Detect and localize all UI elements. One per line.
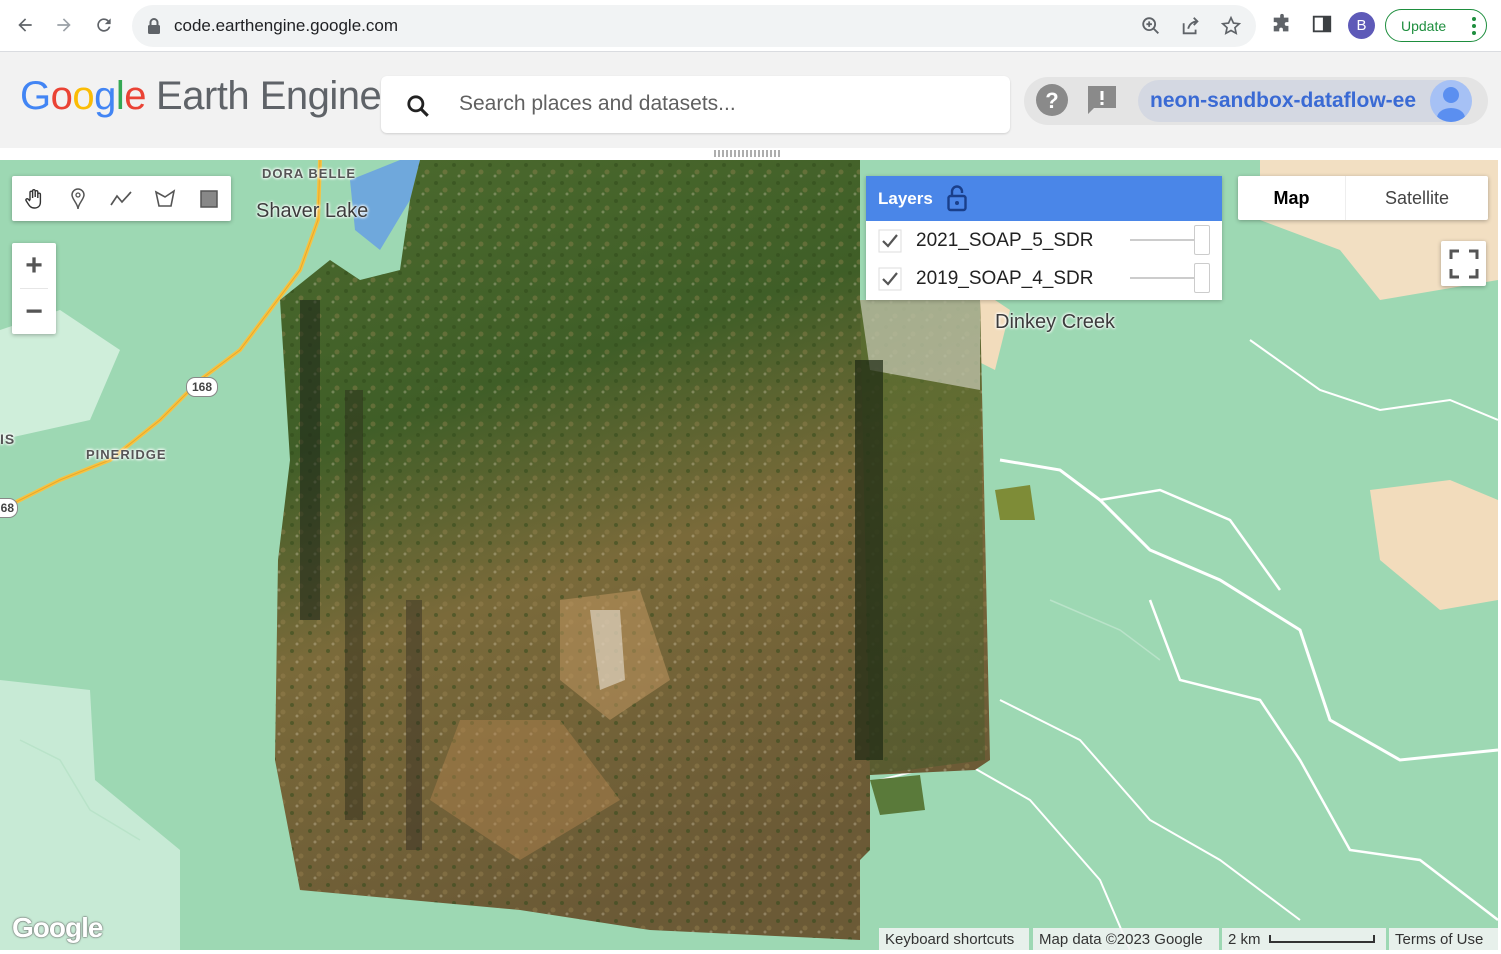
zoom-out-button[interactable]: − bbox=[12, 289, 56, 334]
address-bar[interactable]: code.earthengine.google.com bbox=[132, 5, 1256, 47]
back-icon[interactable] bbox=[10, 10, 40, 40]
polygon-icon[interactable] bbox=[143, 176, 187, 221]
scale-label: 2 km bbox=[1228, 930, 1261, 948]
terms-link[interactable]: Terms of Use bbox=[1389, 928, 1498, 950]
zoom-in-button[interactable]: + bbox=[12, 243, 56, 288]
star-icon[interactable] bbox=[1220, 15, 1242, 37]
forward-icon[interactable] bbox=[49, 10, 79, 40]
opacity-slider-track[interactable] bbox=[1130, 277, 1200, 279]
project-name: neon-sandbox-dataflow-ee bbox=[1150, 89, 1417, 112]
map-canvas[interactable]: DORA BELLE Shaver Lake PINERIDGE Dinkey … bbox=[0, 160, 1498, 950]
rectangle-icon[interactable] bbox=[187, 176, 231, 221]
layers-header[interactable]: Layers bbox=[866, 176, 1222, 221]
route-168-shield-edge: 68 bbox=[0, 498, 18, 518]
search-icon[interactable] bbox=[405, 93, 431, 119]
map-type-map-button[interactable]: Map bbox=[1238, 176, 1346, 220]
svg-text:?: ? bbox=[1045, 88, 1058, 113]
map-type-satellite-button[interactable]: Satellite bbox=[1346, 176, 1488, 220]
layer-checkbox[interactable] bbox=[878, 267, 902, 291]
zoom-control: + − bbox=[12, 243, 56, 334]
url-text: code.earthengine.google.com bbox=[174, 16, 398, 35]
logo-product: Earth Engine bbox=[156, 74, 382, 118]
feedback-icon[interactable] bbox=[1085, 83, 1119, 117]
scale-bar bbox=[1269, 935, 1375, 943]
fullscreen-icon bbox=[1449, 249, 1478, 278]
map-data-label: Map data ©2023 Google bbox=[1039, 930, 1203, 948]
browser-toolbar: code.earthengine.google.com B Update bbox=[0, 0, 1501, 52]
project-selector[interactable]: neon-sandbox-dataflow-ee bbox=[1138, 80, 1472, 122]
update-label: Update bbox=[1401, 17, 1447, 34]
drawing-toolbar bbox=[12, 176, 231, 221]
map-type-control: Map Satellite bbox=[1238, 176, 1488, 220]
layers-panel: Layers 2021_SOAP_5_SDR 2019_SOAP_4_SDR bbox=[866, 176, 1222, 300]
extensions-icon[interactable] bbox=[1271, 13, 1293, 35]
more-vert-icon[interactable] bbox=[1472, 16, 1476, 36]
sidepanel-icon[interactable] bbox=[1311, 13, 1333, 35]
share-icon[interactable] bbox=[1180, 15, 1202, 37]
lock-icon bbox=[148, 18, 160, 34]
earth-engine-logo[interactable]: Google Earth Engine bbox=[20, 74, 382, 119]
opacity-slider-handle[interactable] bbox=[1194, 263, 1210, 293]
layers-title: Layers bbox=[878, 189, 933, 208]
layer-name: 2019_SOAP_4_SDR bbox=[916, 268, 1094, 289]
search-box[interactable] bbox=[381, 76, 1010, 133]
fullscreen-button[interactable] bbox=[1441, 241, 1486, 286]
resize-handle[interactable] bbox=[714, 150, 780, 157]
profile-avatar[interactable]: B bbox=[1348, 12, 1375, 39]
place-label-edge: IS bbox=[0, 431, 16, 447]
ee-header: GoogleEarth Engine ? neon-sandbox-datafl… bbox=[0, 52, 1501, 148]
layer-checkbox[interactable] bbox=[878, 229, 902, 253]
search-input[interactable] bbox=[459, 88, 989, 120]
header-actions: ? neon-sandbox-dataflow-ee bbox=[1024, 77, 1488, 125]
help-icon[interactable]: ? bbox=[1035, 83, 1069, 117]
layer-name: 2021_SOAP_5_SDR bbox=[916, 230, 1094, 251]
place-label-pineridge: PINERIDGE bbox=[86, 447, 167, 462]
layer-row[interactable]: 2019_SOAP_4_SDR bbox=[866, 260, 1222, 298]
layer-row[interactable]: 2021_SOAP_5_SDR bbox=[866, 222, 1222, 260]
opacity-slider-track[interactable] bbox=[1130, 239, 1200, 241]
terms-label: Terms of Use bbox=[1395, 930, 1484, 948]
google-watermark: Google bbox=[12, 912, 103, 943]
opacity-slider-handle[interactable] bbox=[1194, 225, 1210, 255]
keyboard-shortcuts-label: Keyboard shortcuts bbox=[885, 930, 1015, 948]
reload-icon[interactable] bbox=[89, 10, 119, 40]
keyboard-shortcuts-link[interactable]: Keyboard shortcuts bbox=[879, 928, 1029, 950]
map-tiles bbox=[0, 160, 1498, 950]
hand-icon[interactable] bbox=[12, 176, 56, 221]
route-168-shield: 168 bbox=[186, 377, 218, 397]
marker-icon[interactable] bbox=[56, 176, 100, 221]
user-avatar[interactable] bbox=[1430, 80, 1472, 122]
map-data-attribution: Map data ©2023 Google bbox=[1033, 928, 1219, 950]
update-button[interactable]: Update bbox=[1385, 9, 1487, 42]
place-label-shaver-lake: Shaver Lake bbox=[256, 200, 369, 222]
unlock-icon[interactable] bbox=[946, 184, 968, 212]
zoom-icon[interactable] bbox=[1140, 15, 1162, 37]
line-icon[interactable] bbox=[100, 176, 144, 221]
place-label-dora-belle: DORA BELLE bbox=[262, 166, 357, 181]
place-label-dinkey-creek: Dinkey Creek bbox=[995, 311, 1116, 333]
